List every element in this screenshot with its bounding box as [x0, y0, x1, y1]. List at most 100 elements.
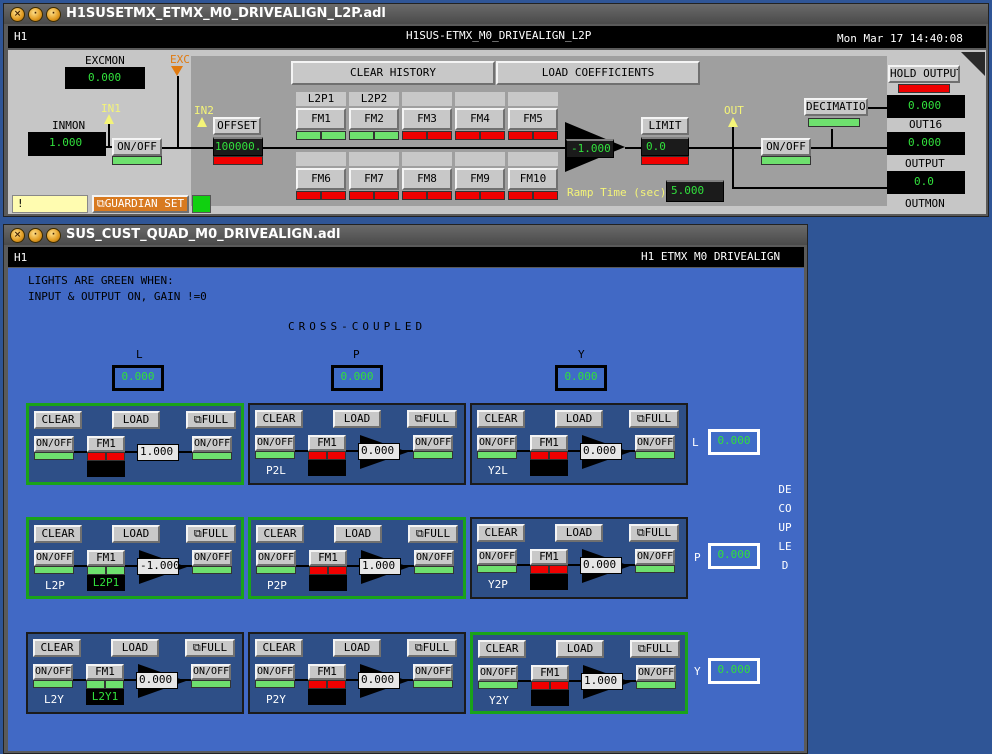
fm5-button[interactable]: FM5 — [508, 108, 558, 130]
load-button[interactable]: LOAD — [111, 639, 159, 657]
clear-button[interactable]: CLEAR — [255, 639, 303, 657]
minimize-icon[interactable]: · — [28, 7, 43, 22]
fm7-button[interactable]: FM7 — [349, 168, 399, 190]
hold-output-button[interactable]: HOLD OUTPUT — [888, 65, 960, 83]
input-onoff-button[interactable]: ON/OFF — [255, 435, 295, 451]
output-onoff-button[interactable]: ON/OFF — [414, 550, 454, 566]
clear-button[interactable]: CLEAR — [256, 525, 304, 543]
gain-field[interactable]: 0.000 — [358, 443, 400, 460]
gain-field[interactable]: 1.000 — [581, 673, 623, 690]
input-onoff-button[interactable]: ON/OFF — [255, 664, 295, 680]
gain-field[interactable]: 0.000 — [580, 557, 622, 574]
fm6-button[interactable]: FM6 — [296, 168, 346, 190]
clear-history-button[interactable]: CLEAR HISTORY — [291, 61, 495, 85]
input-onoff-button[interactable]: ON/OFF — [34, 436, 74, 452]
full-button[interactable]: ⧉FULL — [185, 639, 235, 657]
input-onoff-button[interactable]: ON/OFF — [477, 435, 517, 451]
gain-field[interactable]: 0.000 — [580, 443, 622, 460]
maximize-icon[interactable]: · — [46, 7, 61, 22]
gain-field[interactable]: 1.000 — [359, 558, 401, 575]
load-button[interactable]: LOAD — [555, 410, 603, 428]
load-button[interactable]: LOAD — [556, 640, 604, 658]
offset-value-field[interactable]: 100000. — [213, 137, 263, 156]
fm1-button[interactable]: FM1 — [87, 436, 125, 452]
output-onoff-button[interactable]: ON/OFF — [636, 665, 676, 681]
load-button[interactable]: LOAD — [555, 524, 603, 542]
close-icon[interactable]: × — [10, 7, 25, 22]
clear-button[interactable]: CLEAR — [477, 410, 525, 428]
output-onoff-button[interactable]: ON/OFF — [761, 138, 811, 156]
full-button[interactable]: ⧉FULL — [407, 639, 457, 657]
fm4-button[interactable]: FM4 — [455, 108, 505, 130]
gain-field[interactable]: -1.000 — [137, 558, 180, 575]
window-icon: ⧉ — [636, 412, 645, 425]
input-onoff-button[interactable]: ON/OFF — [256, 550, 296, 566]
decimation-button[interactable]: DECIMATION — [804, 98, 868, 116]
fm1-button[interactable]: FM1 — [296, 108, 346, 130]
output-onoff-button[interactable]: ON/OFF — [191, 664, 231, 680]
clear-button[interactable]: CLEAR — [34, 525, 82, 543]
fm1-button[interactable]: FM1 — [531, 665, 569, 681]
minimize-icon[interactable]: · — [28, 228, 43, 243]
load-button[interactable]: LOAD — [112, 411, 160, 429]
fm2-button[interactable]: FM2 — [349, 108, 399, 130]
guardian-set-button[interactable]: ⧉GUARDIAN SET — [92, 195, 189, 213]
close-icon[interactable]: × — [10, 228, 25, 243]
fm1-button[interactable]: FM1 — [530, 435, 568, 451]
load-button[interactable]: LOAD — [334, 525, 382, 543]
fm1-button[interactable]: FM1 — [308, 664, 346, 680]
gain-value-field[interactable]: -1.000 — [566, 139, 614, 158]
output-onoff-button[interactable]: ON/OFF — [635, 549, 675, 565]
output-onoff-button[interactable]: ON/OFF — [192, 436, 232, 452]
clear-button[interactable]: CLEAR — [478, 640, 526, 658]
load-button[interactable]: LOAD — [333, 639, 381, 657]
input-onoff-button[interactable]: ON/OFF — [112, 138, 162, 156]
clear-button[interactable]: CLEAR — [255, 410, 303, 428]
clear-button[interactable]: CLEAR — [477, 524, 525, 542]
gain-field[interactable]: 0.000 — [358, 672, 400, 689]
clear-button[interactable]: CLEAR — [33, 639, 81, 657]
load-coefficients-button[interactable]: LOAD COEFFICIENTS — [496, 61, 700, 85]
bottom-window-titlebar[interactable]: × · · SUS_CUST_QUAD_M0_DRIVEALIGN.adl — [4, 225, 807, 245]
load-button[interactable]: LOAD — [112, 525, 160, 543]
gain-field[interactable]: 1.000 — [137, 444, 179, 461]
maximize-icon[interactable]: · — [46, 228, 61, 243]
full-button[interactable]: ⧉FULL — [629, 410, 679, 428]
fm10-button[interactable]: FM10 — [508, 168, 558, 190]
full-button[interactable]: ⧉FULL — [629, 524, 679, 542]
full-button[interactable]: ⧉FULL — [408, 525, 458, 543]
input-onoff-led — [256, 566, 296, 574]
full-button[interactable]: ⧉FULL — [407, 410, 457, 428]
top-window-titlebar[interactable]: × · · H1SUSETMX_ETMX_M0_DRIVEALIGN_L2P.a… — [4, 4, 988, 24]
output-onoff-button[interactable]: ON/OFF — [635, 435, 675, 451]
limit-value-field[interactable]: 0.0 — [641, 137, 689, 156]
offset-button[interactable]: OFFSET — [213, 117, 261, 135]
input-onoff-led — [255, 451, 295, 459]
limit-button[interactable]: LIMIT — [641, 117, 689, 135]
fm1-button[interactable]: FM1 — [309, 550, 347, 566]
clear-button[interactable]: CLEAR — [34, 411, 82, 429]
fm1-button[interactable]: FM1 — [86, 664, 124, 680]
fm8-button[interactable]: FM8 — [402, 168, 452, 190]
input-onoff-button[interactable]: ON/OFF — [33, 664, 73, 680]
fm3-button[interactable]: FM3 — [402, 108, 452, 130]
fm1-button[interactable]: FM1 — [530, 549, 568, 565]
full-button[interactable]: ⧉FULL — [186, 411, 236, 429]
output-onoff-button[interactable]: ON/OFF — [413, 664, 453, 680]
input-onoff-button[interactable]: ON/OFF — [478, 665, 518, 681]
col-label-L: L — [136, 348, 143, 361]
ramp-time-field[interactable]: 5.000 — [666, 180, 724, 202]
matrix-area: LIGHTS ARE GREEN WHEN: INPUT & OUTPUT ON… — [8, 268, 804, 751]
output-onoff-button[interactable]: ON/OFF — [413, 435, 453, 451]
fm1-led — [549, 451, 568, 460]
input-onoff-button[interactable]: ON/OFF — [477, 549, 517, 565]
full-button[interactable]: ⧉FULL — [186, 525, 236, 543]
fm9-button[interactable]: FM9 — [455, 168, 505, 190]
gain-field[interactable]: 0.000 — [136, 672, 178, 689]
output-onoff-button[interactable]: ON/OFF — [192, 550, 232, 566]
fm1-button[interactable]: FM1 — [308, 435, 346, 451]
load-button[interactable]: LOAD — [333, 410, 381, 428]
input-onoff-button[interactable]: ON/OFF — [34, 550, 74, 566]
full-button[interactable]: ⧉FULL — [630, 640, 680, 658]
fm1-button[interactable]: FM1 — [87, 550, 125, 566]
